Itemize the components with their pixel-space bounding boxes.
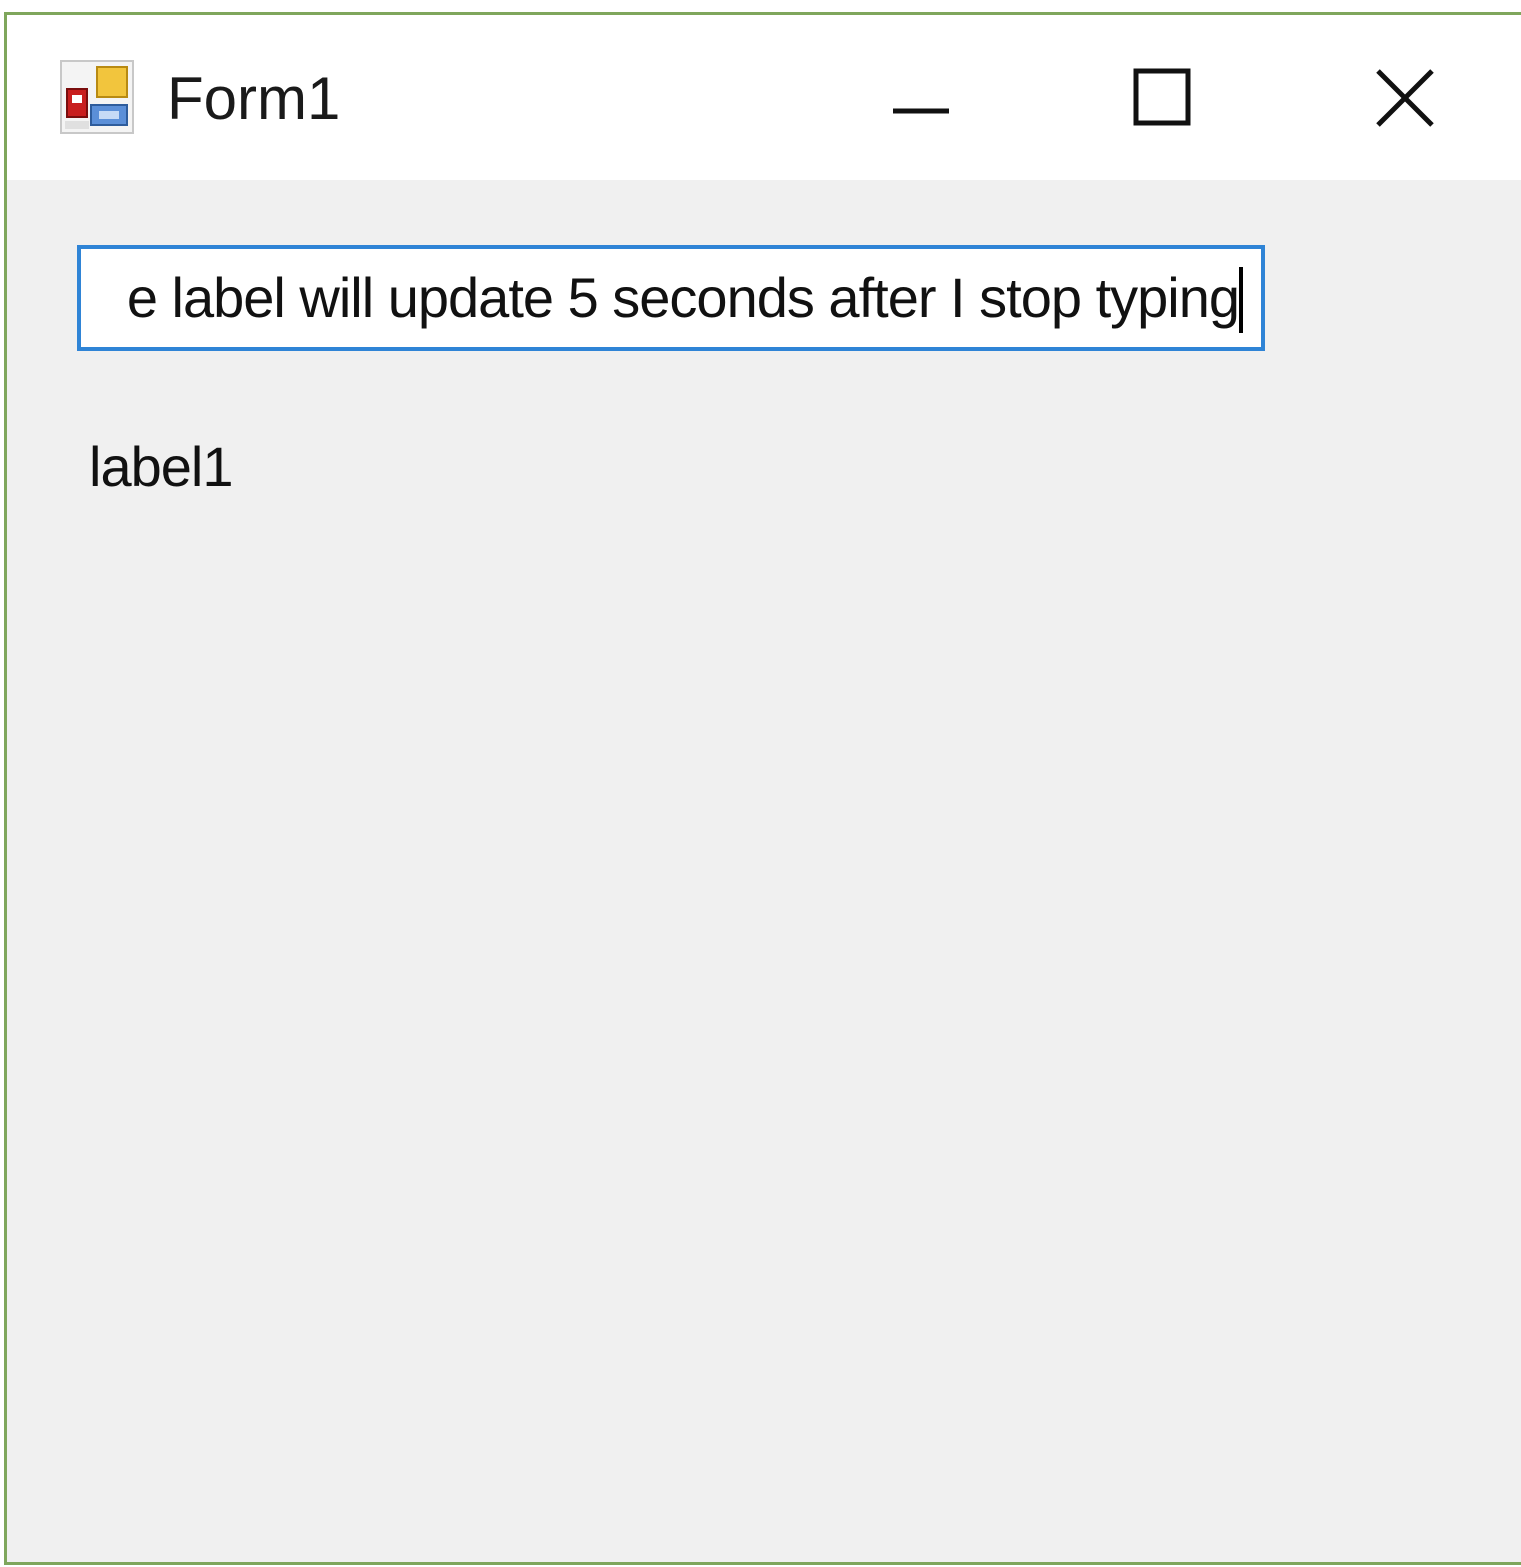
window-title: Form1	[167, 65, 341, 132]
text-input[interactable]: e label will update 5 seconds after I st…	[77, 245, 1265, 351]
close-button[interactable]	[1316, 35, 1486, 160]
minimize-button[interactable]	[835, 35, 1005, 160]
text-caret	[1239, 267, 1243, 333]
close-icon	[1376, 69, 1434, 127]
maximize-icon	[1133, 68, 1191, 126]
winforms-app-icon	[59, 59, 135, 135]
text-input-value: e label will update 5 seconds after I st…	[126, 266, 1240, 329]
form1-window: Form1 e label will update 5 seconds afte…	[4, 12, 1521, 1565]
minimize-icon	[893, 108, 949, 114]
title-bar[interactable]: Form1	[7, 15, 1521, 180]
label1: label1	[89, 435, 233, 498]
maximize-button[interactable]	[1074, 35, 1244, 160]
form-client-area: e label will update 5 seconds after I st…	[7, 180, 1521, 1562]
